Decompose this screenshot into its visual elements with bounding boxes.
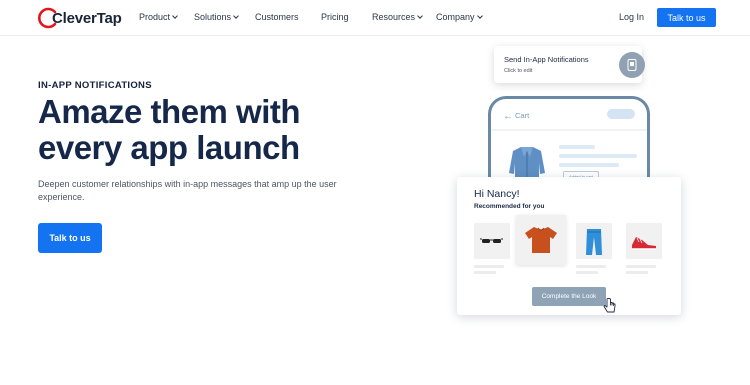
top-navigation: CleverTap Product Solutions Customers Pr… (0, 0, 750, 36)
clevertap-logo[interactable]: CleverTap (38, 6, 122, 30)
hero-headline: Amaze them with every app launch (38, 93, 301, 166)
placeholder-line (626, 265, 656, 268)
phone-header-pill (607, 109, 635, 119)
phone-cart-title: Cart (515, 111, 530, 120)
notification-phone-badge (619, 52, 645, 78)
logo-mark-icon (38, 7, 57, 29)
login-link[interactable]: Log In (619, 12, 644, 22)
notification-subtitle: Click to edit (504, 68, 533, 74)
hero-eyebrow: IN-APP NOTIFICATIONS (38, 80, 152, 91)
talk-to-us-hero-button[interactable]: Talk to us (38, 223, 102, 253)
logo-text: CleverTap (52, 9, 122, 27)
mobile-device-icon (627, 59, 637, 71)
notification-title: Send In-App Notifications (504, 55, 589, 64)
hero-subtext: Deepen customer relationships with in-ap… (38, 179, 337, 202)
nav-item-resources[interactable]: Resources (372, 12, 423, 22)
product-sunglasses[interactable] (474, 223, 510, 259)
placeholder-line (576, 265, 606, 268)
chevron-down-icon (233, 12, 239, 19)
complete-the-look-button[interactable]: Complete the Look (532, 287, 606, 306)
nav-label: Company (436, 12, 475, 22)
nav-item-company[interactable]: Company (436, 12, 483, 22)
nav-label: Pricing (321, 12, 349, 22)
nav-item-customers[interactable]: Customers (255, 12, 299, 22)
nav-label: Solutions (194, 12, 232, 22)
tshirt-icon (525, 227, 557, 253)
talk-to-us-nav-button[interactable]: Talk to us (657, 8, 716, 27)
product-jeans[interactable] (576, 223, 612, 259)
product-sneakers[interactable] (626, 223, 662, 259)
placeholder-line (559, 154, 637, 158)
placeholder-line (559, 145, 595, 149)
nav-item-product[interactable]: Product (139, 12, 178, 22)
placeholder-line (576, 271, 598, 274)
placeholder-line (559, 163, 619, 167)
pointer-hand-icon (603, 298, 616, 313)
placeholder-line (474, 265, 504, 268)
nav-item-solutions[interactable]: Solutions (194, 12, 239, 22)
jeans-icon (586, 229, 602, 255)
nav-item-pricing[interactable]: Pricing (321, 12, 349, 22)
recommendation-subtitle: Recommended for you (474, 203, 545, 210)
back-arrow-icon: ← (503, 111, 513, 122)
sneakers-icon (632, 237, 656, 250)
placeholder-line (626, 271, 648, 274)
nav-label: Product (139, 12, 171, 22)
chevron-down-icon (417, 12, 423, 19)
placeholder-line (474, 271, 496, 274)
sunglasses-icon (480, 238, 503, 243)
phone-divider (491, 129, 647, 131)
chevron-down-icon (476, 12, 483, 19)
greeting-title: Hi Nancy! (474, 188, 520, 200)
nav-label: Customers (255, 12, 299, 22)
product-tshirt[interactable] (516, 215, 566, 265)
chevron-down-icon (172, 12, 178, 19)
nav-label: Resources (372, 12, 416, 22)
